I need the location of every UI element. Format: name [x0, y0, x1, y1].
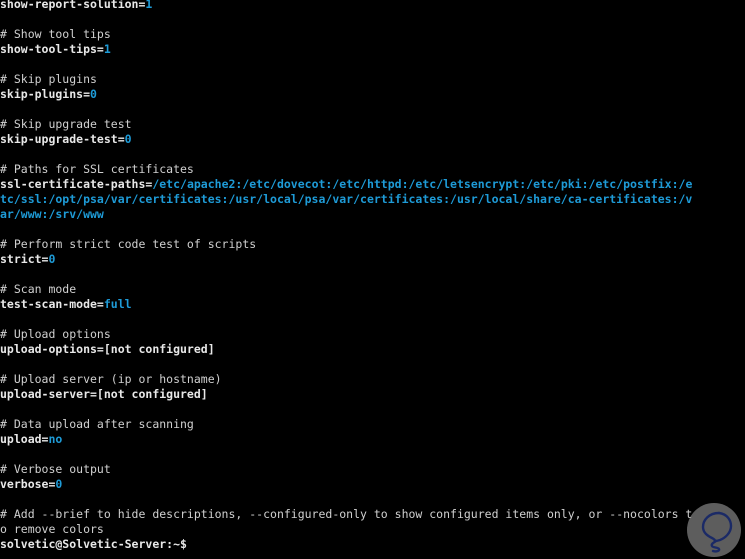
terminal-line: upload=no	[0, 432, 745, 447]
terminal-line: skip-plugins=0	[0, 87, 745, 102]
config-value: 1	[145, 0, 153, 11]
terminal-line: # Scan mode	[0, 282, 745, 297]
config-value: 0	[48, 252, 56, 266]
config-key: verbose=	[0, 477, 56, 491]
config-key: ssl-certificate-paths=	[0, 177, 153, 191]
config-value: 0	[90, 87, 97, 101]
config-key: test-scan-mode=	[0, 297, 104, 311]
config-value-continuation: ar/www:/srv/www	[0, 207, 104, 221]
terminal-line: # Paths for SSL certificates	[0, 162, 745, 177]
config-key: upload=	[0, 432, 49, 446]
terminal-line: ar/www:/srv/www	[0, 207, 745, 222]
config-key: skip-plugins=	[0, 87, 91, 101]
config-comment: # Perform strict code test of scripts	[0, 237, 257, 251]
terminal-line: upload-server=[not configured]	[0, 387, 745, 402]
config-comment: # Add --brief to hide descriptions, --co…	[0, 507, 693, 521]
shell-prompt[interactable]: solvetic@Solvetic-Server:~$	[0, 537, 187, 551]
terminal-line: test-scan-mode=full	[0, 297, 745, 312]
terminal-line: strict=0	[0, 252, 745, 267]
terminal-window[interactable]: show-report-solution=1 # Show tool tips s…	[0, 0, 745, 559]
terminal-line: verbose=0	[0, 477, 745, 492]
config-unset-setting: upload-options=[not configured]	[0, 342, 215, 356]
config-value: full	[103, 297, 132, 311]
terminal-line: # Upload server (ip or hostname)	[0, 372, 745, 387]
terminal-line: upload-options=[not configured]	[0, 342, 745, 357]
config-value: no	[48, 432, 63, 446]
terminal-line: skip-upgrade-test=0	[0, 132, 745, 147]
terminal-line: # Verbose output	[0, 462, 745, 477]
terminal-line: # Skip upgrade test	[0, 117, 745, 132]
terminal-line: show-tool-tips=1	[0, 42, 745, 57]
config-comment: # Upload server (ip or hostname)	[0, 372, 222, 386]
config-comment: # Scan mode	[0, 282, 77, 296]
config-value-continuation: tc/ssl:/opt/psa/var/certificates:/usr/lo…	[0, 192, 693, 206]
terminal-line: show-report-solution=1	[0, 0, 745, 12]
config-comment: # Data upload after scanning	[0, 417, 194, 431]
config-value: 0	[124, 132, 132, 146]
config-comment: # Upload options	[0, 327, 111, 341]
config-key: show-tool-tips=	[0, 42, 104, 56]
terminal-line: # Upload options	[0, 327, 745, 342]
terminal-line: tc/ssl:/opt/psa/var/certificates:/usr/lo…	[0, 192, 745, 207]
config-value: 1	[103, 42, 111, 56]
config-value: /etc/apache2:/etc/dovecot:/etc/httpd:/et…	[152, 177, 693, 191]
config-comment: # Skip upgrade test	[0, 117, 132, 131]
config-comment: o remove colors	[0, 522, 104, 536]
config-unset-setting: upload-server=[not configured]	[0, 387, 208, 401]
config-key: skip-upgrade-test=	[0, 132, 125, 146]
terminal-line: # Add --brief to hide descriptions, --co…	[0, 507, 745, 522]
terminal-screen[interactable]: show-report-solution=1 # Show tool tips s…	[0, 0, 745, 552]
config-key: strict=	[0, 252, 49, 266]
terminal-line: # Perform strict code test of scripts	[0, 237, 745, 252]
terminal-line: # Skip plugins	[0, 72, 745, 87]
terminal-line: o remove colors	[0, 522, 745, 537]
config-comment: # Verbose output	[0, 462, 111, 476]
config-comment: # Show tool tips	[0, 27, 111, 41]
terminal-line: # Data upload after scanning	[0, 417, 745, 432]
config-key: show-report-solution=	[0, 0, 146, 11]
terminal-line: # Show tool tips	[0, 27, 745, 42]
terminal-line: ssl-certificate-paths=/etc/apache2:/etc/…	[0, 177, 745, 192]
terminal-line: solvetic@Solvetic-Server:~$	[0, 537, 745, 552]
config-value: 0	[55, 477, 63, 491]
config-comment: # Skip plugins	[0, 72, 97, 86]
config-comment: # Paths for SSL certificates	[0, 162, 194, 176]
